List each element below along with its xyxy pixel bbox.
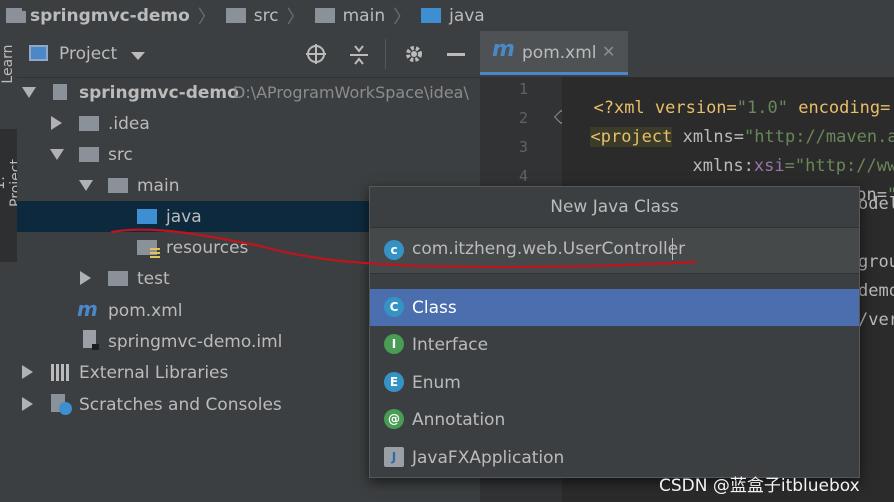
red-underline-annotation [110,228,697,269]
watermark: CSDN @蓝盒子itbluebox [659,476,860,496]
